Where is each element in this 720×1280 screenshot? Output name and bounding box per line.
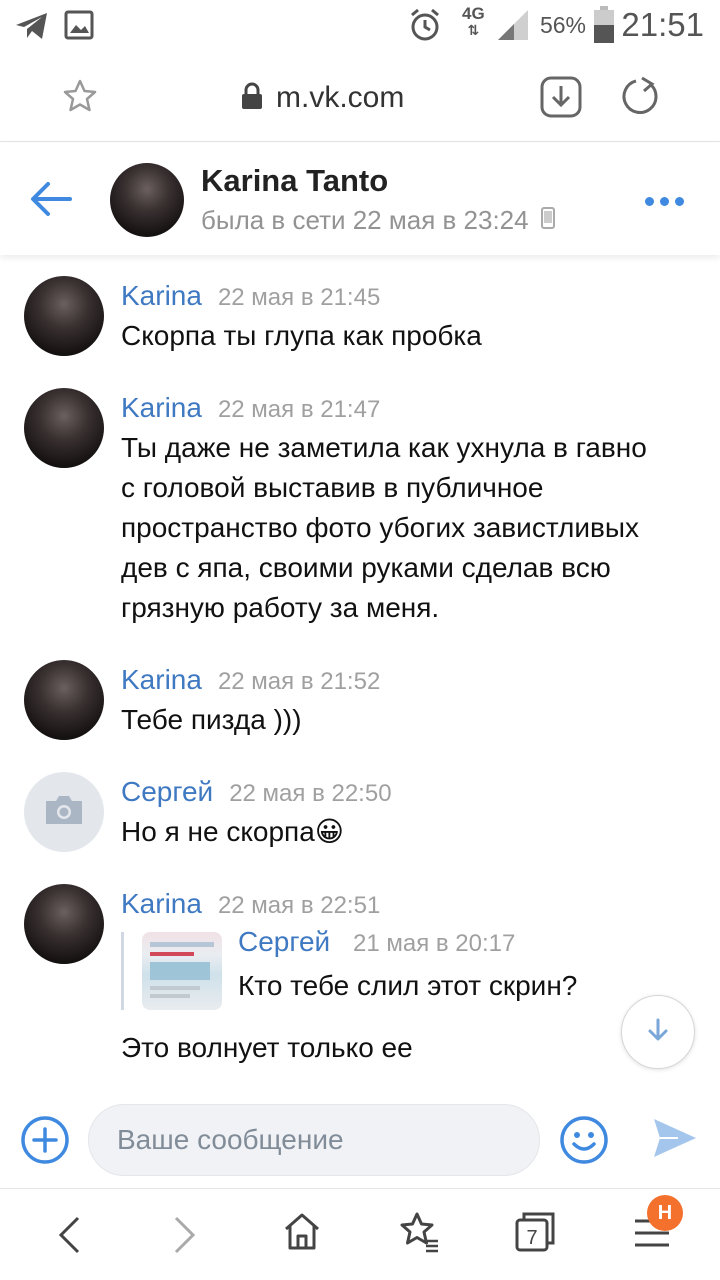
message-composer: Ваше сообщение bbox=[0, 1092, 720, 1188]
message-time: 22 мая в 22:50 bbox=[229, 780, 392, 807]
chat-last-seen: была в сети 22 мая в 23:24 bbox=[201, 205, 555, 236]
message-input[interactable]: Ваше сообщение bbox=[88, 1104, 540, 1176]
browser-toolbar: m.vk.com bbox=[0, 54, 720, 142]
avatar[interactable] bbox=[24, 388, 104, 468]
message-author[interactable]: Karina bbox=[121, 664, 202, 696]
quote-author[interactable]: Сергей bbox=[238, 926, 330, 958]
back-chevron-icon[interactable] bbox=[56, 1215, 82, 1260]
message-time: 22 мая в 21:47 bbox=[217, 396, 381, 423]
message-text: Но я не скорпа😀 bbox=[121, 816, 344, 847]
url-text: m.vk.com bbox=[276, 81, 405, 114]
quote-text: Кто тебе слил этот скрин? bbox=[238, 970, 578, 1001]
screenshot-thumbnail[interactable] bbox=[142, 932, 222, 1010]
send-icon[interactable] bbox=[652, 1116, 698, 1165]
reload-icon[interactable] bbox=[620, 76, 660, 121]
message-text: Это волнует только ее bbox=[121, 1032, 413, 1063]
avatar[interactable] bbox=[24, 884, 104, 964]
message-time: 22 мая в 22:51 bbox=[217, 892, 381, 919]
address-bar[interactable]: m.vk.com bbox=[240, 76, 404, 120]
quote-time: 21 мая в 20:17 bbox=[353, 930, 516, 957]
arrow-down-icon bbox=[645, 1017, 671, 1048]
back-arrow-icon[interactable] bbox=[30, 181, 72, 222]
gallery-icon bbox=[64, 10, 94, 45]
signal-icon bbox=[496, 8, 530, 47]
forward-chevron-icon[interactable] bbox=[172, 1215, 198, 1260]
avatar-placeholder[interactable] bbox=[24, 772, 104, 852]
download-icon[interactable] bbox=[540, 76, 582, 123]
more-options-icon[interactable] bbox=[645, 197, 684, 206]
scroll-down-button[interactable] bbox=[621, 995, 695, 1069]
menu-badge: H bbox=[647, 1195, 683, 1231]
mobile-phone-icon bbox=[540, 205, 555, 236]
alarm-icon bbox=[408, 8, 442, 47]
camera-icon bbox=[44, 795, 84, 830]
lock-icon bbox=[240, 82, 264, 115]
chat-avatar[interactable] bbox=[110, 163, 184, 237]
grinning-emoji: 😀 bbox=[314, 816, 344, 847]
battery-percent: 56% bbox=[539, 12, 586, 38]
battery-icon bbox=[593, 6, 615, 49]
message-text: Тебе пизда ))) bbox=[121, 704, 302, 735]
avatar[interactable] bbox=[24, 276, 104, 356]
message-author[interactable]: Сергей bbox=[121, 776, 213, 808]
message-time: 22 мая в 21:45 bbox=[217, 284, 381, 311]
message-text: Скорпа ты глупа как пробка bbox=[121, 320, 482, 351]
telegram-icon bbox=[14, 10, 50, 47]
browser-bottom-nav: 7 bbox=[0, 1188, 720, 1280]
message-author[interactable]: Karina bbox=[121, 280, 202, 312]
message-text: Ты даже не заметила как ухнула в гавно с… bbox=[121, 432, 647, 623]
message-author[interactable]: Karina bbox=[121, 888, 202, 920]
chat-title[interactable]: Karina Tanto bbox=[201, 163, 388, 199]
attach-plus-icon[interactable] bbox=[20, 1115, 70, 1170]
emoji-smile-icon[interactable] bbox=[559, 1115, 609, 1170]
clock: 21:51 bbox=[621, 6, 704, 43]
message-time: 22 мая в 21:52 bbox=[217, 668, 381, 695]
message-author[interactable]: Karina bbox=[121, 392, 202, 424]
tabs-icon[interactable]: 7 bbox=[514, 1211, 556, 1258]
chat-header: Karina Tanto была в сети 22 мая в 23:24 bbox=[0, 143, 720, 255]
reply-quote[interactable]: Сергей 21 мая в 20:17 Кто тебе слил этот… bbox=[121, 926, 601, 1010]
avatar[interactable] bbox=[24, 660, 104, 740]
network-type: 4G ⇅ bbox=[462, 4, 485, 38]
tabs-count: 7 bbox=[526, 1227, 537, 1249]
bookmark-star-icon[interactable] bbox=[62, 78, 98, 119]
bookmarks-star-icon[interactable] bbox=[398, 1211, 440, 1258]
home-icon[interactable] bbox=[282, 1211, 322, 1256]
status-bar: 4G ⇅ 56% 21:51 bbox=[0, 0, 720, 54]
